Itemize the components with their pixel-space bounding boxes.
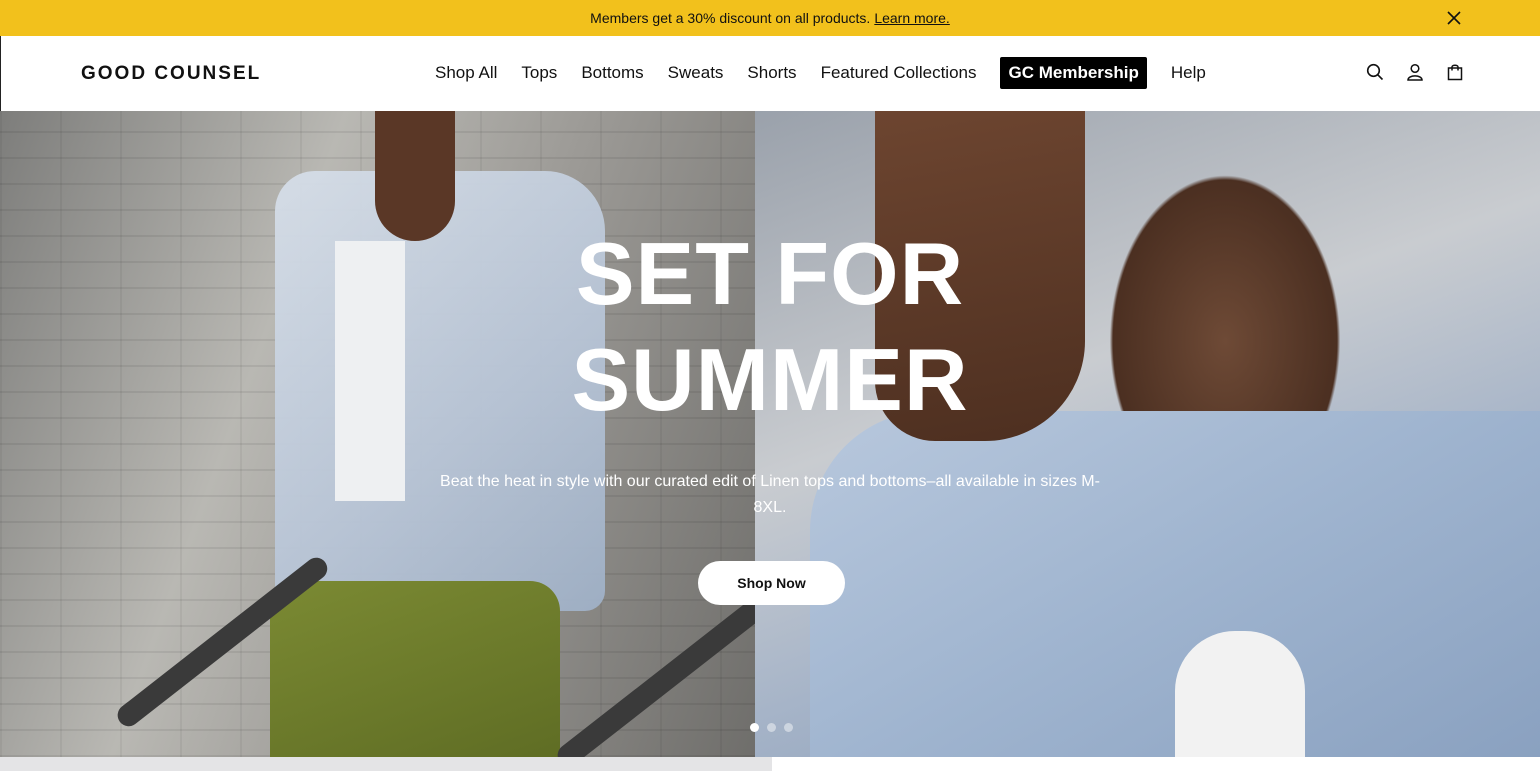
shop-now-button[interactable]: Shop Now: [698, 561, 845, 605]
hero-title-line-1: SET FOR: [575, 224, 965, 323]
announcement-bar: Members get a 30% discount on all produc…: [0, 0, 1540, 36]
hero-subtitle: Beat the heat in style with our curated …: [440, 473, 1100, 516]
carousel-dot-3[interactable]: [784, 723, 793, 732]
site-header: GOOD COUNSEL Shop All Tops Bottoms Sweat…: [0, 36, 1540, 111]
logo[interactable]: GOOD COUNSEL: [81, 63, 261, 85]
carousel-dots: [750, 723, 793, 732]
hero-title: SET FOR SUMMER: [370, 221, 1170, 433]
nav-featured-collections[interactable]: Featured Collections: [821, 63, 977, 83]
nav-sweats[interactable]: Sweats: [668, 63, 724, 83]
learn-more-link[interactable]: Learn more.: [874, 10, 949, 26]
nav-help[interactable]: Help: [1171, 63, 1206, 83]
nav-shop-all[interactable]: Shop All: [435, 63, 497, 83]
nav-gc-membership[interactable]: GC Membership: [1000, 57, 1147, 89]
carousel-dot-1[interactable]: [750, 723, 759, 732]
hero-content: SET FOR SUMMER Beat the heat in style wi…: [0, 111, 1540, 757]
nav-shorts[interactable]: Shorts: [747, 63, 796, 83]
carousel-dot-2[interactable]: [767, 723, 776, 732]
search-icon[interactable]: [1366, 63, 1384, 81]
nav-bottoms[interactable]: Bottoms: [581, 63, 643, 83]
main-nav: Shop All Tops Bottoms Sweats Shorts Feat…: [435, 57, 1230, 89]
hero-title-line-2: SUMMER: [571, 330, 969, 429]
header-icons: [1366, 63, 1464, 81]
account-icon[interactable]: [1406, 63, 1424, 81]
next-section-edge: [0, 757, 772, 771]
close-icon[interactable]: [1446, 10, 1462, 26]
bag-icon[interactable]: [1446, 63, 1464, 81]
hero-banner: SET FOR SUMMER Beat the heat in style wi…: [0, 111, 1540, 757]
announcement-text: Members get a 30% discount on all produc…: [590, 10, 871, 26]
nav-tops[interactable]: Tops: [521, 63, 557, 83]
